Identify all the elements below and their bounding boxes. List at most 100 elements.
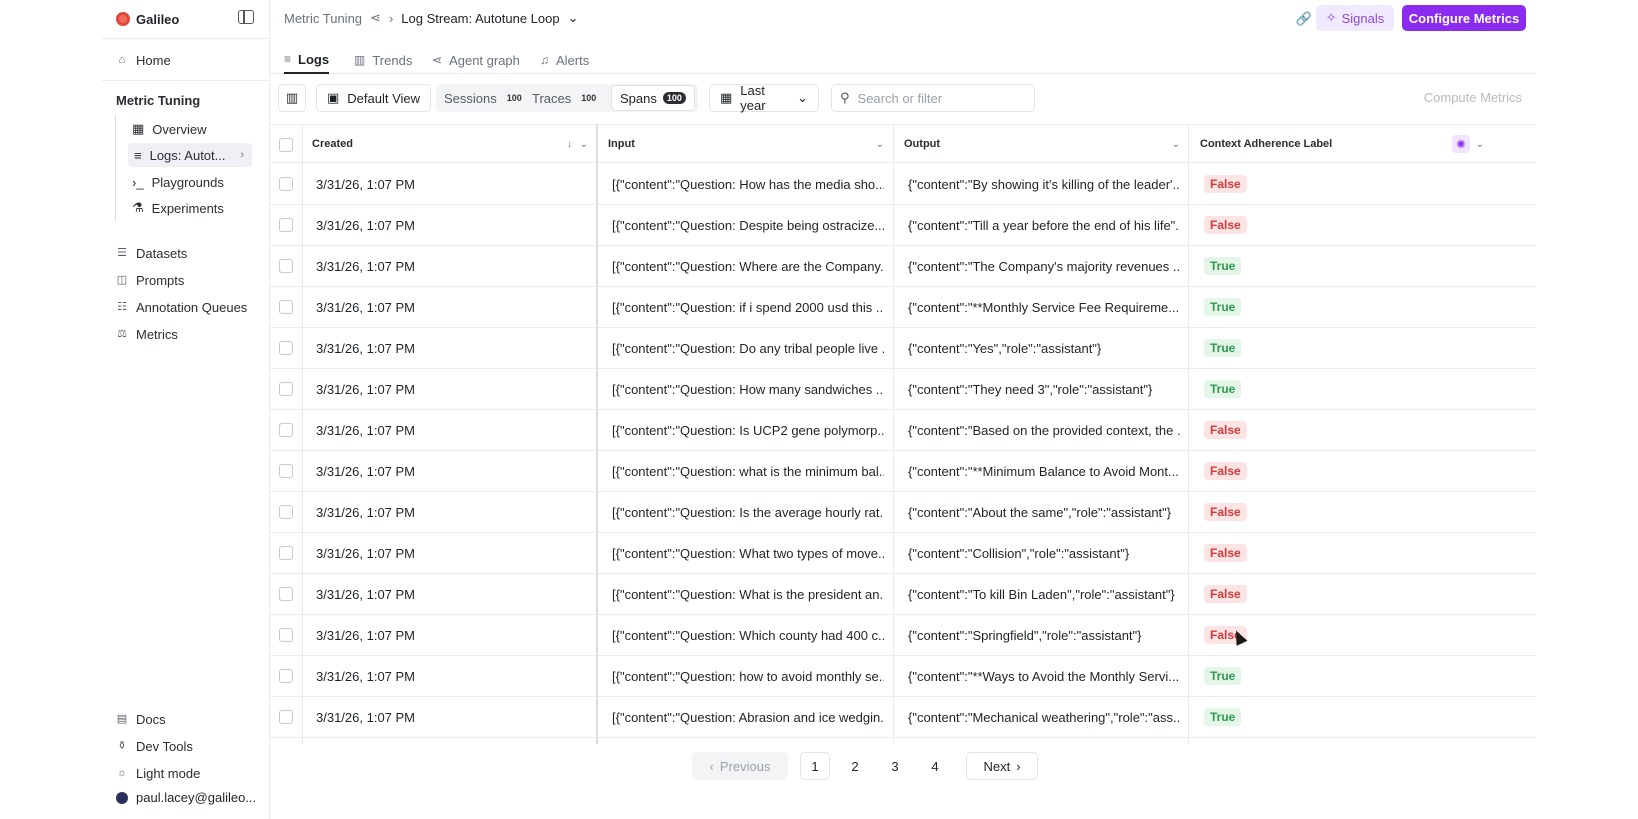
sidebar-item-experiments[interactable]: ⚗ Experiments — [132, 196, 224, 220]
default-view-button[interactable]: ▣ Default View — [316, 84, 432, 112]
select-all-checkbox[interactable] — [279, 138, 293, 152]
table-row[interactable]: 3/31/26, 1:07 PM [{"content":"Question: h… — [270, 656, 1536, 697]
segment-spans[interactable]: Spans 100 — [612, 86, 694, 110]
table-row[interactable]: 3/31/26, 1:07 PM [{"content":"Question: I… — [270, 492, 1536, 533]
cell-label: True — [1204, 328, 1304, 368]
cell-created: 3/31/26, 1:07 PM — [316, 545, 416, 561]
table-row[interactable]: 3/31/26, 1:07 PM [{"content":"Question: w… — [270, 451, 1536, 492]
table-row[interactable]: 3/31/26, 1:07 PM [{"content":"Question: W… — [270, 574, 1536, 615]
table-row[interactable]: 3/31/26, 1:07 PM [{"content":"Question: W… — [270, 615, 1536, 656]
row-checkbox[interactable] — [279, 669, 293, 683]
chevron-down-icon[interactable]: ⌄ — [876, 139, 884, 150]
view-icon: ▣ — [327, 90, 340, 105]
date-range-select[interactable]: ▦ Last year ⌄ — [709, 83, 819, 113]
sidebar-item-label: Dev Tools — [136, 738, 193, 754]
tab-label: Alerts — [556, 52, 590, 68]
segment-sessions[interactable]: Sessions 100 — [440, 86, 530, 110]
row-checkbox[interactable] — [279, 710, 293, 724]
row-checkbox[interactable] — [279, 464, 293, 478]
sidebar-item-docs[interactable]: ▤ Docs — [116, 708, 166, 730]
row-checkbox[interactable] — [279, 628, 293, 642]
tab-agent-graph[interactable]: ⋖ Agent graph — [432, 46, 520, 74]
sidebar-item-light-mode[interactable]: ☼ Light mode — [116, 762, 200, 784]
status-badge: True — [1204, 667, 1242, 685]
breadcrumb-project[interactable]: Metric Tuning — [284, 11, 362, 26]
chevron-down-icon[interactable]: ⌄ — [580, 139, 588, 150]
tab-alerts[interactable]: ♫ Alerts — [540, 46, 589, 74]
table-row[interactable]: 3/31/26, 1:07 PM [{"content":"Question: i… — [270, 287, 1536, 328]
table-row[interactable]: 3/31/26, 1:07 PM [{"content":"Question: I… — [270, 410, 1536, 451]
chevron-down-icon: ⌄ — [797, 90, 808, 105]
signals-button[interactable]: ✧ Signals — [1316, 5, 1394, 31]
table-row[interactable]: 3/31/26, 1:07 PM [{"content":"Question: W… — [270, 246, 1536, 287]
sidebar-item-playgrounds[interactable]: ›_ Playgrounds — [132, 170, 224, 194]
sidebar-item-label: Playgrounds — [151, 174, 224, 190]
chevron-right-icon: › — [388, 10, 394, 26]
row-checkbox[interactable] — [279, 218, 293, 232]
table-row[interactable]: 3/31/26, 1:07 PM [{"content":"Question: H… — [270, 369, 1536, 410]
row-checkbox[interactable] — [279, 382, 293, 396]
galileo-logo-icon — [116, 12, 130, 26]
sun-icon: ☼ — [116, 767, 128, 779]
row-checkbox[interactable] — [279, 587, 293, 601]
cell-created: 3/31/26, 1:07 PM — [316, 627, 416, 643]
sidebar-toggle-icon[interactable] — [238, 10, 254, 24]
sidebar-item-logs[interactable]: ≡ Logs: Autot... › — [128, 143, 252, 167]
book-icon: ▤ — [116, 713, 128, 725]
cell-output: {"content":"**Monthly Service Fee Requir… — [908, 299, 1180, 315]
page-button[interactable]: 4 — [920, 752, 950, 780]
table-row[interactable]: 3/31/26, 1:07 PM [{"content":"Question: H… — [270, 164, 1536, 205]
sidebar-item-home[interactable]: ⌂ Home — [116, 49, 171, 71]
share-icon: ⋖ — [370, 10, 381, 25]
sidebar-item-datasets[interactable]: ☰ Datasets — [116, 242, 187, 264]
user-menu[interactable]: paul.lacey@galileo... — [116, 790, 256, 805]
row-checkbox[interactable] — [279, 177, 293, 191]
sidebar-item-annotation-queues[interactable]: ☷ Annotation Queues — [116, 296, 247, 318]
table-row[interactable]: 3/31/26, 1:07 PM [{"content":"Question: D… — [270, 205, 1536, 246]
row-checkbox[interactable] — [279, 300, 293, 314]
cell-label: True — [1204, 287, 1304, 327]
sort-desc-icon[interactable]: ↓ — [567, 139, 572, 150]
chevron-down-icon[interactable]: ⌄ — [1476, 139, 1484, 150]
cell-label: False — [1204, 164, 1304, 204]
search-input[interactable]: ⚲ Search or filter — [831, 84, 1035, 112]
page-button[interactable]: 3 — [880, 752, 910, 780]
row-checkbox[interactable] — [279, 341, 293, 355]
sidebar-item-dev-tools[interactable]: ⚱ Dev Tools — [116, 735, 193, 757]
breadcrumb-current[interactable]: Log Stream: Autotune Loop — [401, 11, 559, 26]
cell-output: {"content":"By showing it's killing of t… — [908, 176, 1180, 192]
column-header-output[interactable]: Output ⌄ — [904, 125, 1190, 163]
cell-input: [{"content":"Question: Where are the Com… — [612, 258, 884, 274]
column-header-created[interactable]: Created ↓ ⌄ — [312, 125, 598, 163]
tab-logs[interactable]: ≡ Logs — [284, 46, 330, 74]
sidebar-item-metrics[interactable]: ⚖ Metrics — [116, 323, 178, 345]
next-page-button[interactable]: Next › — [966, 752, 1038, 780]
sidebar-item-prompts[interactable]: ◫ Prompts — [116, 269, 185, 291]
link-icon[interactable]: 🔗 — [1296, 11, 1312, 27]
table-row[interactable]: 3/31/26, 1:07 PM [{"content":"Question: W… — [270, 533, 1536, 574]
tab-trends[interactable]: ▥ Trends — [354, 46, 412, 74]
sidebar-group-title[interactable]: Metric Tuning — [116, 93, 200, 108]
sidebar-item-label: Logs: Autot... — [149, 147, 226, 163]
chevron-down-icon[interactable]: ⌄ — [1172, 139, 1180, 150]
configure-metrics-button[interactable]: Configure Metrics — [1402, 5, 1526, 31]
row-checkbox[interactable] — [279, 259, 293, 273]
columns-toggle-button[interactable]: ▥ — [278, 84, 306, 112]
table-row[interactable]: 3/31/26, 1:07 PM [{"content":"Question: D… — [270, 328, 1536, 369]
row-checkbox[interactable] — [279, 546, 293, 560]
metric-icon[interactable]: ✺ — [1452, 135, 1470, 153]
column-header-context-adherence[interactable]: Context Adherence Label ✺ ⌄ — [1200, 125, 1494, 163]
sidebar-item-overview[interactable]: ▦ Overview — [132, 117, 206, 141]
table-row[interactable]: 3/31/26, 1:07 PM [{"content":"Question: A… — [270, 697, 1536, 738]
page-button[interactable]: 2 — [840, 752, 870, 780]
row-checkbox[interactable] — [279, 505, 293, 519]
segment-traces[interactable]: Traces 100 — [528, 86, 604, 110]
cell-label: True — [1204, 656, 1304, 696]
row-checkbox[interactable] — [279, 423, 293, 437]
compute-metrics-button[interactable]: Compute Metrics — [1424, 90, 1522, 105]
chevron-down-icon[interactable]: ⌄ — [568, 10, 579, 26]
brand[interactable]: Galileo — [116, 10, 179, 28]
column-header-input[interactable]: Input ⌄ — [608, 125, 894, 163]
page-button[interactable]: 1 — [800, 752, 830, 780]
previous-page-button[interactable]: ‹ Previous — [692, 752, 788, 780]
